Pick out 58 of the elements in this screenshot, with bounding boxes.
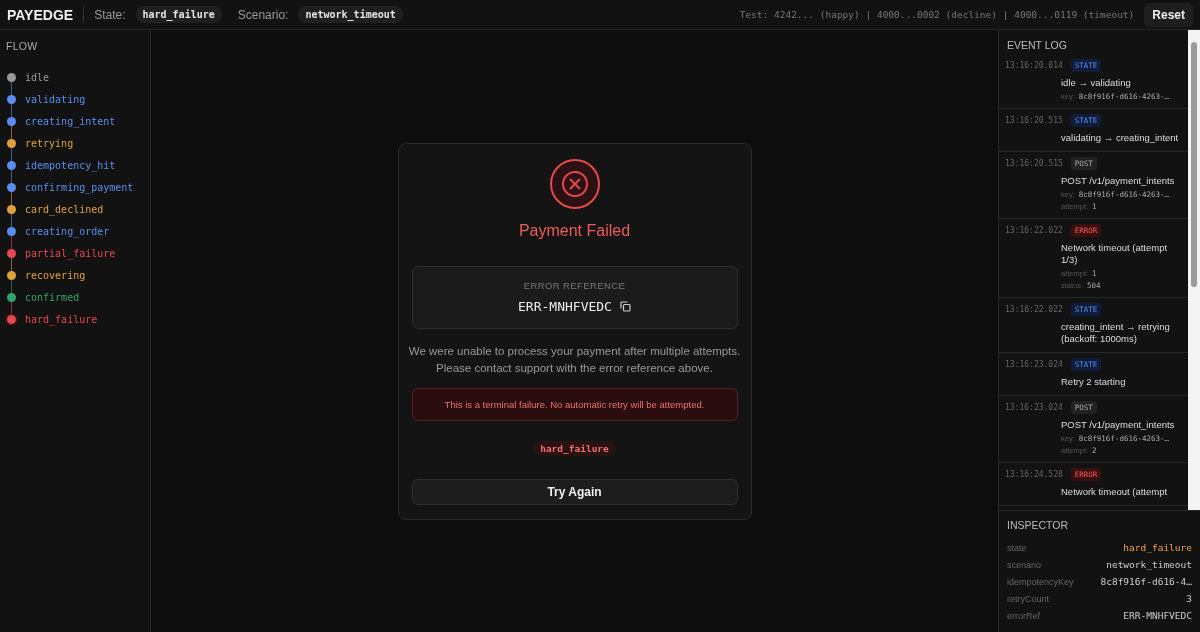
step-label: confirming_payment (25, 181, 134, 193)
step-label: retrying (25, 137, 74, 149)
inspector-key: state (1007, 542, 1027, 553)
step-label: hard_failure (25, 313, 98, 325)
section-title: EVENT LOG (1006, 38, 1068, 53)
try-again-button[interactable]: Try Again (411, 478, 738, 505)
step-label: idle (25, 71, 50, 83)
reference-code: ERR-MNHFVEDC (518, 298, 612, 314)
event-time: 13:16:20.014 (1005, 61, 1063, 70)
reset-button[interactable]: Reset (1144, 2, 1193, 27)
step-label: card_declined (25, 203, 104, 215)
event-time: 13:16:24.528 (1005, 470, 1063, 479)
scrollbar[interactable] (1188, 30, 1200, 510)
step-label: creating_intent (25, 115, 116, 127)
inspector-key: errorRef (1007, 610, 1040, 621)
scenario-chip: network_timeout (298, 6, 403, 23)
scenario-label: Scenario: (237, 7, 289, 22)
section-title: FLOW (6, 40, 39, 52)
inspector-value: 3 (1186, 593, 1192, 604)
inspector-value: hard_failure (1123, 542, 1192, 553)
event-time: 13:16:23.024 (1005, 360, 1063, 369)
inspector-key: scenario (1007, 559, 1042, 570)
event-message: creating_intent → retrying (backoff: 1000ms) (1061, 321, 1171, 345)
inspector-key: retryCount (1007, 593, 1050, 604)
section-title: INSPECTOR (1007, 519, 1070, 533)
inspector-key: idempotencyKey (1007, 576, 1074, 587)
event-message: Network timeout (attempt (1061, 486, 1169, 498)
state-chip: hard_failure (135, 6, 222, 23)
error-message: We were unable to process your payment after multiple attempts. Please contact support with the error reference above. (407, 343, 742, 376)
event-time: 13:16:23.024 (1005, 403, 1063, 412)
event-message: Network timeout (attempt 1/3) (1061, 242, 1169, 266)
event-time: 13:16:22.022 (1005, 305, 1063, 314)
event-message: validating → creating_intent (1061, 132, 1180, 144)
terminal-notice: This is a terminal failure. No automatic retry will be attempted. (411, 387, 738, 421)
event-message: POST /v1/payment_intents (1061, 419, 1176, 431)
event-time: 13:16:20.515 (1005, 159, 1063, 168)
event-message: idle → validating (1061, 77, 1132, 89)
event-time: 13:16:20.515 (1005, 116, 1063, 125)
reference-label: ERROR REFERENCE (523, 279, 626, 291)
event-message: POST /v1/payment_intents (1061, 175, 1176, 187)
state-label: State: (94, 7, 126, 22)
step-label: creating_order (25, 225, 110, 237)
dialog-title: Payment Failed (518, 221, 631, 240)
event-message: Retry 2 starting (1061, 376, 1127, 388)
brand-logo: PAYEDGE (7, 6, 85, 23)
inspector-value: 8c8f916f-d616-4… (1100, 576, 1192, 587)
step-label: validating (25, 93, 86, 105)
inspector-value: network_timeout (1106, 559, 1192, 570)
test-cards-text: Test: 4242... (happy) | 4000...0002 (decline) | 4000...0119 (timeout) (739, 9, 1135, 20)
state-tag: hard_failure (534, 440, 615, 456)
step-label: idempotency_hit (25, 159, 116, 171)
event-time: 13:16:22.022 (1005, 226, 1063, 235)
step-label: recovering (25, 269, 86, 281)
step-label: confirmed (25, 291, 80, 303)
inspector-value: ERR-MNHFVEDC (1123, 610, 1192, 621)
error-circle-icon (548, 157, 601, 210)
step-label: partial_failure (25, 247, 116, 259)
copy-icon[interactable] (619, 300, 631, 312)
